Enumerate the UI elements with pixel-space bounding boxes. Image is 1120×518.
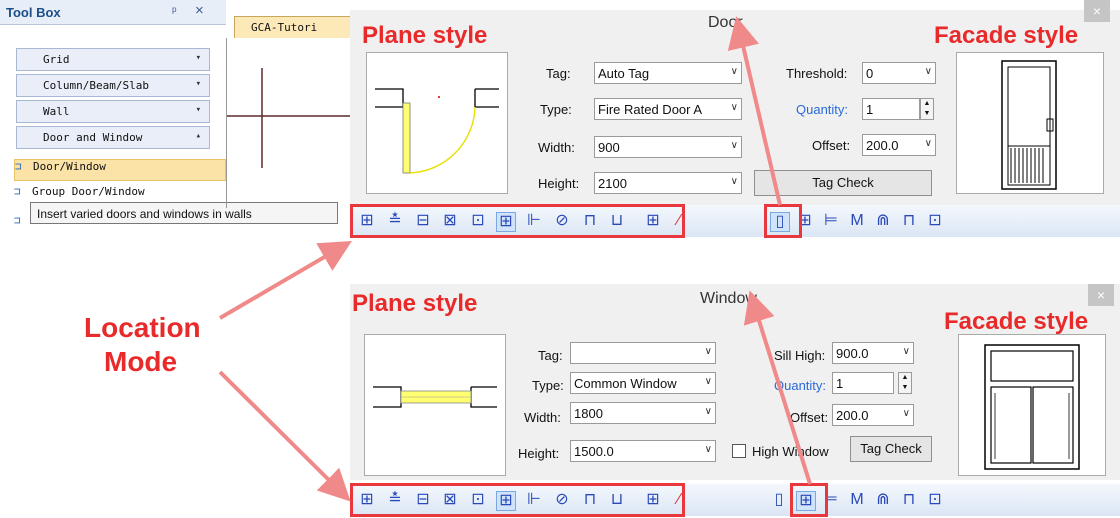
location-mode-callout-line1: Location [84,312,201,343]
location-mode-callout-line2: Mode [104,346,178,377]
plane-style-callout: Plane style [352,290,478,317]
annotation-arrows [218,16,812,502]
facade-style-callout: Facade style [934,22,1079,49]
facade-style-callout: Facade style [944,308,1089,335]
plane-style-callout: Plane style [362,22,488,49]
